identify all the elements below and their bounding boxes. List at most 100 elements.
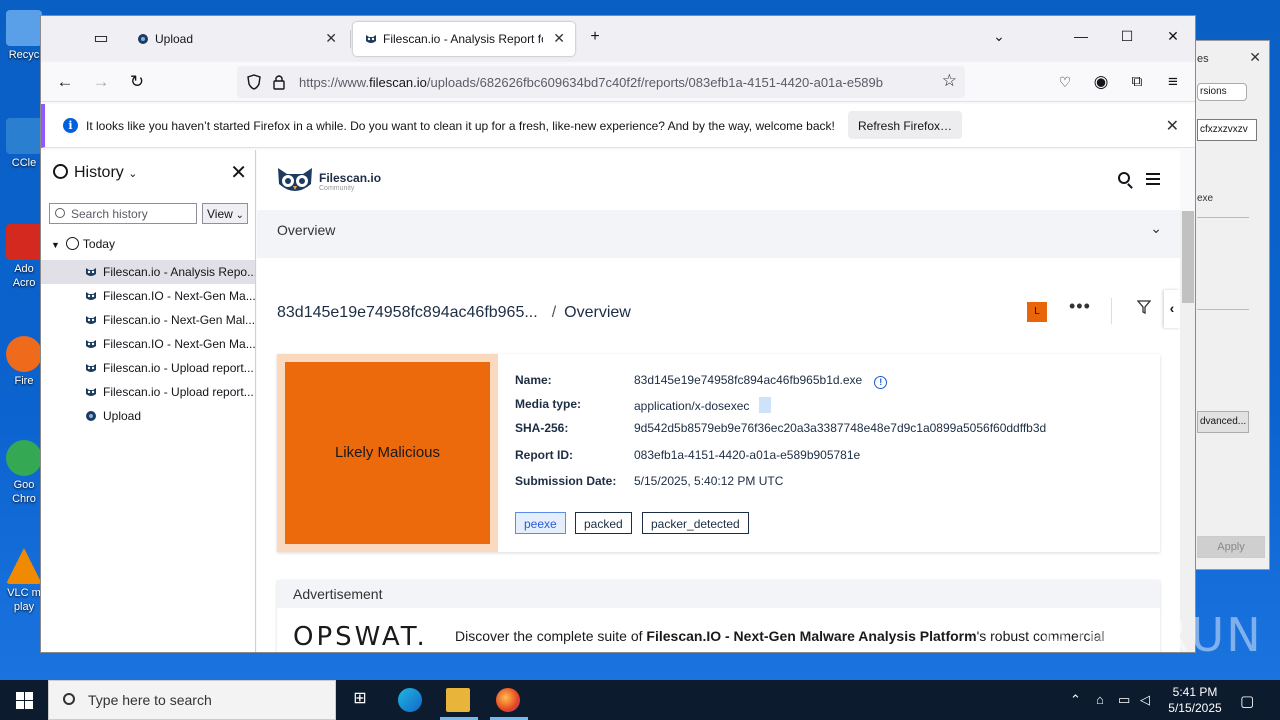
tag-packer-detected[interactable]: packer_detected [642, 512, 749, 534]
clock-time: 5:41 PM [1172, 685, 1218, 699]
field-sha256-key: SHA-256: [515, 421, 569, 435]
logo-title[interactable]: Filescan.io [319, 171, 381, 185]
user-badge[interactable]: L [1027, 302, 1047, 322]
start-button[interactable] [0, 680, 48, 720]
search-icon[interactable] [1118, 172, 1130, 184]
nav-bar: ← → ↻ https://www.filescan.io/uploads/68… [41, 62, 1195, 102]
close-notification-icon[interactable]: ✕ [1166, 116, 1179, 136]
owl-favicon-icon [86, 364, 96, 372]
account-icon[interactable]: ◉ [1089, 70, 1113, 94]
field-report-id-key: Report ID: [515, 448, 573, 462]
windows-logo-icon [16, 701, 24, 709]
search-history-input[interactable]: Search history [49, 203, 197, 224]
new-tab-icon[interactable]: + [585, 28, 605, 48]
notifications-icon[interactable]: ▢ [1240, 692, 1254, 710]
opswat-logo[interactable]: OPSWAT. [293, 622, 428, 652]
close-icon[interactable]: ✕ [1249, 49, 1261, 66]
apply-button[interactable]: Apply [1197, 536, 1265, 558]
chrome-icon [6, 440, 42, 476]
firefox-taskbar-icon[interactable] [496, 688, 520, 712]
report-summary-card: Likely Malicious Name: 83d145e19e74958fc… [277, 354, 1160, 552]
filescan-owl-logo-icon[interactable] [277, 166, 313, 196]
filescan-favicon-icon [86, 411, 96, 421]
side-panel-toggle-icon[interactable]: ‹ [1164, 290, 1180, 328]
app-menu-icon[interactable]: ≡ [1161, 70, 1185, 94]
owl-favicon-icon [86, 292, 96, 300]
forward-icon[interactable]: → [89, 70, 113, 94]
system-clock[interactable]: 5:41 PM 5/15/2025 [1160, 684, 1230, 716]
advanced-button[interactable]: dvanced... [1197, 411, 1249, 433]
close-tab-icon[interactable]: ✕ [325, 30, 337, 47]
info-icon[interactable]: ! [874, 376, 888, 389]
sidebar-title[interactable]: History ⌄ [53, 164, 137, 182]
breadcrumb-separator: / [551, 304, 557, 321]
tab-upload[interactable]: Upload ✕ [125, 22, 351, 56]
clock-date: 5/15/2025 [1168, 701, 1222, 715]
history-item[interactable]: Filescan.IO - Next-Gen Ma... [41, 332, 255, 356]
history-item[interactable]: Filescan.io - Analysis Repo... [41, 260, 255, 284]
dialog-input[interactable]: cfxzxzvxzv [1197, 119, 1257, 141]
show-hidden-icons-icon[interactable]: ⌃ [1070, 692, 1081, 708]
owl-favicon-icon [86, 316, 96, 324]
close-sidebar-icon[interactable]: ✕ [230, 160, 247, 185]
firefox-icon [6, 336, 42, 372]
filescan-favicon-icon [138, 34, 148, 44]
vlc-icon [6, 548, 42, 584]
shield-icon[interactable] [247, 74, 261, 90]
history-sidebar: History ⌄ ✕ Search history View ⌄ ▼ Today… [41, 150, 256, 652]
history-group-today[interactable]: ▼ Today [51, 237, 115, 251]
page-scrollbar[interactable] [1180, 211, 1195, 652]
scrollbar-thumb[interactable] [1182, 211, 1194, 303]
close-tab-icon[interactable]: ✕ [553, 30, 565, 47]
advertisement-text[interactable]: Discover the complete suite of Filescan.… [455, 628, 1105, 644]
dialog-tab[interactable]: rsions [1197, 83, 1247, 101]
breadcrumb-page: Overview [564, 304, 631, 321]
extensions-icon[interactable]: ⧉ [1125, 70, 1149, 94]
history-item-label: Filescan.io - Upload report... [103, 361, 254, 375]
overview-dropdown[interactable]: Overview ⌄ [257, 210, 1180, 258]
search-icon [63, 693, 75, 705]
list-all-tabs-icon[interactable]: ⌄ [989, 28, 1009, 48]
network-icon[interactable]: ⌂ [1096, 692, 1104, 707]
filter-icon[interactable] [1137, 300, 1151, 314]
ccleaner-icon [6, 118, 42, 154]
reload-icon[interactable]: ↻ [125, 70, 149, 94]
page-content: Filescan.io Community Overview ⌄ 83d145e… [257, 150, 1180, 652]
tab-analysis-report[interactable]: Filescan.io - Analysis Report for ✕ [353, 22, 575, 56]
refresh-firefox-button[interactable]: Refresh Firefox… [848, 111, 962, 139]
bookmark-star-icon[interactable]: ☆ [942, 71, 957, 91]
firefox-view-icon[interactable]: ▭ [91, 28, 111, 48]
maximize-icon[interactable]: ☐ [1117, 28, 1137, 48]
pocket-icon[interactable]: ♡ [1053, 70, 1077, 94]
tag-peexe[interactable]: peexe [515, 512, 566, 534]
history-item[interactable]: Filescan.io - Upload report... [41, 380, 255, 404]
url-text: https://www.filescan.io/uploads/682626fb… [299, 75, 883, 90]
group-label: Today [82, 237, 115, 251]
history-item[interactable]: Filescan.io - Next-Gen Mal... [41, 308, 255, 332]
history-item[interactable]: Upload [41, 404, 255, 428]
taskbar-search-input[interactable]: Type here to search [48, 680, 336, 720]
back-icon[interactable]: ← [53, 70, 77, 94]
tag-packed[interactable]: packed [575, 512, 632, 534]
owl-favicon-icon [366, 35, 376, 43]
url-bar[interactable]: https://www.filescan.io/uploads/682626fb… [237, 66, 965, 98]
dialog-label: exe [1197, 193, 1214, 204]
display-icon[interactable]: ▭ [1118, 692, 1130, 708]
desktop-icon-label: Ado Acro [12, 263, 36, 289]
field-name-key: Name: [515, 373, 552, 387]
lock-icon[interactable] [273, 74, 285, 90]
view-button[interactable]: View ⌄ [202, 203, 248, 224]
file-explorer-icon[interactable] [446, 688, 470, 712]
edge-icon[interactable] [398, 688, 422, 712]
task-view-icon[interactable]: ⊞ [348, 688, 372, 712]
volume-icon[interactable]: ◁ [1140, 692, 1150, 708]
more-options-icon[interactable]: ••• [1069, 296, 1091, 317]
minimize-icon[interactable]: — [1071, 28, 1091, 48]
close-window-icon[interactable]: ✕ [1163, 28, 1183, 48]
breadcrumb-hash[interactable]: 83d145e19e74958fc894ac46fb965... [277, 304, 538, 321]
advertisement-header: Advertisement [277, 580, 1160, 608]
hamburger-menu-icon[interactable] [1146, 173, 1160, 185]
history-item[interactable]: Filescan.IO - Next-Gen Ma... [41, 284, 255, 308]
history-item[interactable]: Filescan.io - Upload report... [41, 356, 255, 380]
field-report-id-value: 083efb1a-4151-4420-a01a-e589b905781e [634, 448, 861, 462]
